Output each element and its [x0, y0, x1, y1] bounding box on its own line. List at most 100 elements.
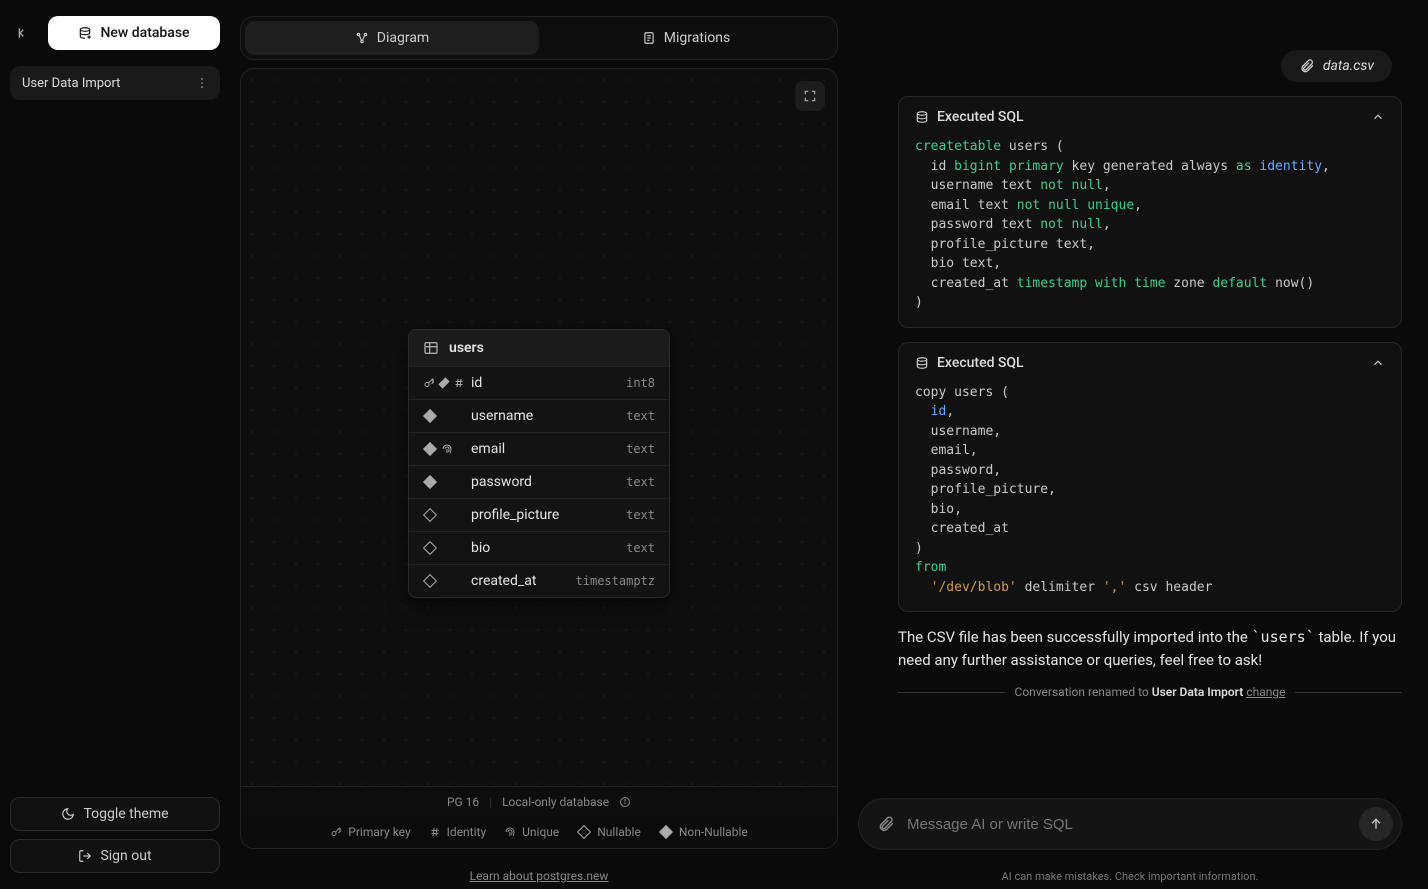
- send-button[interactable]: [1359, 807, 1393, 841]
- sql-card-body: createtable users ( id bigint primary ke…: [899, 137, 1401, 327]
- diamond-empty-icon: [423, 541, 437, 555]
- diamond-empty-icon: [577, 825, 591, 839]
- sql-card-body: copy users ( id, username, email, passwo…: [899, 383, 1401, 612]
- tab-migrations-label: Migrations: [664, 30, 731, 46]
- learn-link[interactable]: Learn about postgres.new: [240, 857, 838, 883]
- column-type: text: [626, 541, 655, 555]
- paperclip-icon: [1299, 58, 1315, 74]
- legend-non-nullable: Non-Nullable: [679, 825, 748, 839]
- fingerprint-icon: [441, 443, 453, 455]
- fingerprint-icon: [504, 826, 516, 838]
- sql-card-2: Executed SQL copy users ( id, username, …: [898, 342, 1402, 613]
- table-icon: [423, 340, 439, 356]
- column-name: bio: [471, 540, 620, 556]
- hash-icon: [453, 377, 465, 389]
- key-icon: [330, 826, 342, 838]
- table-card-users[interactable]: users idint8usernametextemailtextpasswor…: [408, 329, 670, 598]
- diamond-full-icon: [438, 377, 449, 388]
- column-name: created_at: [471, 573, 570, 589]
- legend-unique: Unique: [522, 825, 559, 839]
- table-column-row[interactable]: password text: [409, 465, 669, 498]
- column-type: text: [626, 442, 655, 456]
- fullscreen-icon: [803, 89, 817, 103]
- sign-out-icon: [78, 849, 92, 863]
- column-name: email: [471, 441, 620, 457]
- sql-icon: [915, 110, 929, 124]
- sql-card-header[interactable]: Executed SQL: [899, 97, 1401, 137]
- chat-response-text: The CSV file has been successfully impor…: [898, 626, 1402, 671]
- database-plus-icon: [78, 26, 92, 40]
- column-type: timestamptz: [576, 574, 655, 588]
- tab-migrations[interactable]: Migrations: [539, 21, 833, 55]
- database-item[interactable]: User Data Import: [10, 66, 220, 100]
- legend: Primary key Identity Unique Nullable Non…: [241, 816, 837, 848]
- table-column-row[interactable]: username text: [409, 399, 669, 432]
- column-type: text: [626, 508, 655, 522]
- paperclip-icon[interactable]: [877, 815, 895, 833]
- diamond-full-icon: [659, 825, 673, 839]
- migrations-icon: [642, 31, 656, 45]
- column-name: password: [471, 474, 620, 490]
- table-card-header: users: [409, 330, 669, 366]
- sql-card-header[interactable]: Executed SQL: [899, 343, 1401, 383]
- table-column-row[interactable]: biotext: [409, 531, 669, 564]
- attachment-name: data.csv: [1323, 58, 1374, 74]
- diamond-full-icon: [423, 409, 437, 423]
- toggle-theme-button[interactable]: Toggle theme: [10, 797, 220, 831]
- attachment-pill[interactable]: data.csv: [1281, 50, 1392, 82]
- sign-out-label: Sign out: [100, 848, 151, 864]
- tab-diagram[interactable]: Diagram: [245, 21, 539, 55]
- chevron-up-icon: [1371, 110, 1385, 124]
- fullscreen-button[interactable]: [795, 81, 825, 111]
- collapse-left-icon: [16, 25, 32, 41]
- diagram-canvas[interactable]: users idint8usernametextemailtextpasswor…: [240, 68, 838, 849]
- key-icon: [423, 377, 435, 389]
- sql-icon: [915, 356, 929, 370]
- hash-icon: [429, 826, 441, 838]
- rename-row: Conversation renamed to User Data Import…: [898, 685, 1402, 699]
- chevron-up-icon: [1371, 356, 1385, 370]
- pg-version: PG 16: [447, 795, 479, 809]
- sql-card-1: Executed SQL createtable users ( id bigi…: [898, 96, 1402, 328]
- column-type: text: [626, 409, 655, 423]
- database-item-menu-button[interactable]: [190, 71, 214, 95]
- column-type: int8: [626, 376, 655, 390]
- sign-out-button[interactable]: Sign out: [10, 839, 220, 873]
- column-name: profile_picture: [471, 507, 620, 523]
- column-type: text: [626, 475, 655, 489]
- info-icon[interactable]: [619, 796, 631, 808]
- legend-nullable: Nullable: [597, 825, 641, 839]
- sidebar: New database User Data Import Toggle the…: [0, 0, 230, 889]
- chat-input-row: [858, 798, 1402, 850]
- arrow-up-icon: [1368, 816, 1384, 832]
- table-column-row[interactable]: id int8: [409, 366, 669, 399]
- table-column-row[interactable]: email text: [409, 432, 669, 465]
- dots-vertical-icon: [195, 76, 209, 90]
- table-column-row[interactable]: profile_picture text: [409, 498, 669, 531]
- database-item-name: User Data Import: [22, 76, 120, 91]
- sql-card-title: Executed SQL: [937, 109, 1024, 125]
- column-name: id: [471, 375, 620, 391]
- new-database-label: New database: [100, 25, 189, 41]
- center-pane: Diagram Migrations users id int8 username t…: [230, 0, 848, 889]
- diamond-empty-icon: [423, 574, 437, 588]
- moon-icon: [61, 807, 75, 821]
- sidebar-collapse-button[interactable]: [10, 19, 38, 47]
- db-footer: PG 16 | Local-only database: [241, 786, 837, 816]
- tabs: Diagram Migrations: [240, 16, 838, 60]
- diamond-full-icon: [423, 442, 437, 456]
- toggle-theme-label: Toggle theme: [83, 806, 168, 822]
- diamond-full-icon: [423, 475, 437, 489]
- column-name: username: [471, 408, 620, 424]
- legend-identity: Identity: [447, 825, 486, 839]
- table-column-row[interactable]: created_at timestamptz: [409, 564, 669, 597]
- diamond-empty-icon: [423, 508, 437, 522]
- sql-card-title: Executed SQL: [937, 355, 1024, 371]
- legend-primary-key: Primary key: [348, 825, 410, 839]
- db-kind: Local-only database: [502, 795, 609, 809]
- chat-input[interactable]: [907, 816, 1347, 833]
- disclaimer: AI can make mistakes. Check important in…: [858, 870, 1402, 883]
- new-database-button[interactable]: New database: [48, 16, 220, 50]
- chat-pane: data.csv Executed SQL createtable users …: [848, 0, 1428, 889]
- rename-change-link[interactable]: change: [1246, 685, 1285, 699]
